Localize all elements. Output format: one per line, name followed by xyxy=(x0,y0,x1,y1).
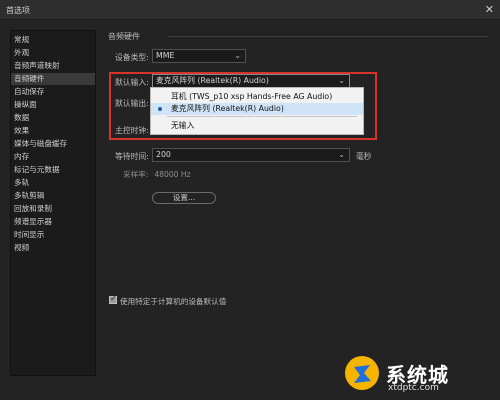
sidebar-item-appearance[interactable]: 外观 xyxy=(11,47,95,59)
chevron-down-icon: ⌄ xyxy=(234,51,241,60)
latency-value: 200 xyxy=(156,150,171,159)
settings-button[interactable]: 设置... xyxy=(152,192,216,204)
sidebar-item-data[interactable]: 数据 xyxy=(11,112,95,124)
window-title: 首选项 xyxy=(6,6,30,15)
input-dropdown-menu: 耳机 (TWS_p10 xsp Hands-Free AG Audio) 麦克风… xyxy=(150,87,364,135)
chevron-down-icon: ⌄ xyxy=(338,150,345,159)
sidebar-item-markers-metadata[interactable]: 标记与元数据 xyxy=(11,164,95,176)
sidebar-item-memory[interactable]: 内存 xyxy=(11,151,95,163)
input-option-no-input[interactable]: 无输入 xyxy=(151,120,363,132)
sidebar-item-effects[interactable]: 效果 xyxy=(11,125,95,137)
input-option-mic-array-label: 麦克风阵列 (Realtek(R) Audio) xyxy=(171,104,284,113)
sidebar-item-control-surface[interactable]: 操纵面 xyxy=(11,99,95,111)
section-title: 音频硬件 xyxy=(108,32,140,41)
sidebar-item-multitrack-clips[interactable]: 多轨剪辑 xyxy=(11,190,95,202)
sidebar-item-audio-channel-mapping[interactable]: 音频声道映射 xyxy=(11,60,95,72)
close-icon[interactable]: ✕ xyxy=(485,3,494,16)
input-option-headset[interactable]: 耳机 (TWS_p10 xsp Hands-Free AG Audio) xyxy=(151,91,363,103)
sidebar-item-audio-hardware[interactable]: 音频硬件 xyxy=(11,73,95,85)
watermark: 系统城 xtdptc.com xyxy=(344,349,494,399)
sidebar-item-spectral-displays[interactable]: 频谱显示器 xyxy=(11,216,95,228)
sidebar-item-multitrack[interactable]: 多轨 xyxy=(11,177,95,189)
device-type-label: 设备类型: xyxy=(115,53,149,62)
use-defaults-checkbox[interactable]: ✓ xyxy=(109,294,117,304)
radio-dot-icon xyxy=(158,107,162,111)
input-option-mic-array[interactable]: 麦克风阵列 (Realtek(R) Audio) xyxy=(151,103,363,115)
section-divider xyxy=(168,36,488,37)
sidebar-item-general[interactable]: 常规 xyxy=(11,34,95,46)
checkmark-icon: ✓ xyxy=(110,294,117,303)
sidebar-item-auto-save[interactable]: 自动保存 xyxy=(11,86,95,98)
sidebar-item-playback-recording[interactable]: 回放和录制 xyxy=(11,203,95,215)
sample-rate-value: 48000 Hz xyxy=(154,170,191,179)
latency-label: 等待时间: xyxy=(115,152,149,161)
title-bar: 首选项 ✕ xyxy=(0,0,500,20)
use-defaults-label: 使用特定于计算机的设备默认值 xyxy=(120,297,227,306)
watermark-logo xyxy=(345,356,379,390)
preferences-sidebar: 常规 外观 音频声道映射 音频硬件 自动保存 操纵面 数据 效果 媒体与磁盘缓存… xyxy=(10,30,96,376)
menu-separator xyxy=(167,116,357,117)
watermark-url: xtdptc.com xyxy=(388,383,439,393)
sample-rate-label: 采样率: xyxy=(123,170,149,179)
device-type-value: MME xyxy=(156,51,175,60)
sidebar-item-media-cache[interactable]: 媒体与磁盘缓存 xyxy=(11,138,95,150)
device-type-dropdown[interactable]: MME ⌄ xyxy=(152,49,246,63)
sidebar-item-time-display[interactable]: 时间显示 xyxy=(11,229,95,241)
latency-dropdown[interactable]: 200 ⌄ xyxy=(152,148,350,162)
latency-unit: 毫秒 xyxy=(356,152,372,161)
sidebar-item-video[interactable]: 视频 xyxy=(11,242,95,254)
sample-rate-row: 采样率: 48000 Hz xyxy=(123,169,191,180)
